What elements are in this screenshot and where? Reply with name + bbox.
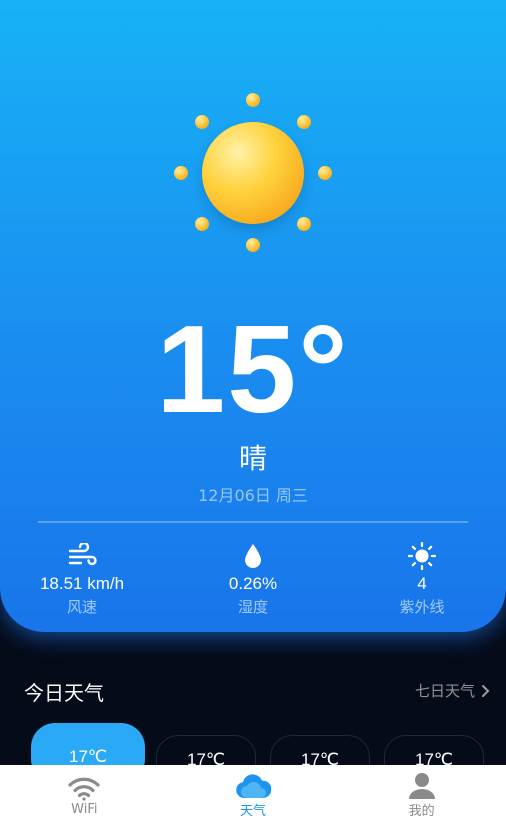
cloud-icon — [235, 770, 271, 800]
seven-day-weather-label: 七日天气 — [414, 682, 475, 700]
humidity-label: 湿度 — [237, 598, 268, 616]
tab-weather[interactable]: 天气 — [193, 770, 313, 819]
seven-day-weather-link[interactable]: 七日天气 — [415, 680, 490, 701]
wind-speed-value: 18.51 km/h — [39, 574, 125, 593]
tab-weather-label: 天气 — [239, 803, 266, 819]
humidity-value: 0.26% — [228, 574, 278, 593]
tab-wifi[interactable]: WiFi — [24, 772, 144, 817]
wind-icon — [17, 540, 147, 572]
weather-date: 12月06日 周三 — [198, 486, 308, 505]
divider — [38, 521, 468, 523]
sun-icon — [173, 93, 333, 253]
uv-sun-icon — [357, 540, 487, 572]
tab-profile[interactable]: 我的 — [362, 770, 482, 819]
wind-speed-label: 风速 — [66, 598, 97, 616]
stat-humidity: 0.26% 湿度 — [188, 540, 318, 617]
hourly-temperature: 17℃ — [68, 747, 107, 766]
uv-index-value: 4 — [417, 574, 427, 593]
stat-wind-speed: 18.51 km/h 风速 — [17, 540, 147, 617]
uv-index-label: 紫外线 — [399, 598, 445, 616]
stat-uv-index: 4 紫外线 — [357, 540, 487, 617]
weather-condition: 晴 — [238, 442, 267, 475]
current-temperature: 15° — [156, 301, 350, 439]
tab-wifi-label: WiFi — [71, 801, 98, 817]
chevron-right-icon — [482, 684, 490, 697]
weather-hero-panel: 15° 晴 12月06日 周三 18.51 km/h 风速 0.26% 湿度 4… — [0, 0, 506, 632]
bottom-tab-bar: WiFi 天气 我的 — [0, 765, 506, 823]
tab-profile-label: 我的 — [408, 803, 435, 819]
user-icon — [407, 770, 437, 800]
humidity-drop-icon — [188, 540, 318, 572]
today-weather-title: 今日天气 — [24, 681, 104, 705]
wifi-icon — [67, 772, 101, 802]
